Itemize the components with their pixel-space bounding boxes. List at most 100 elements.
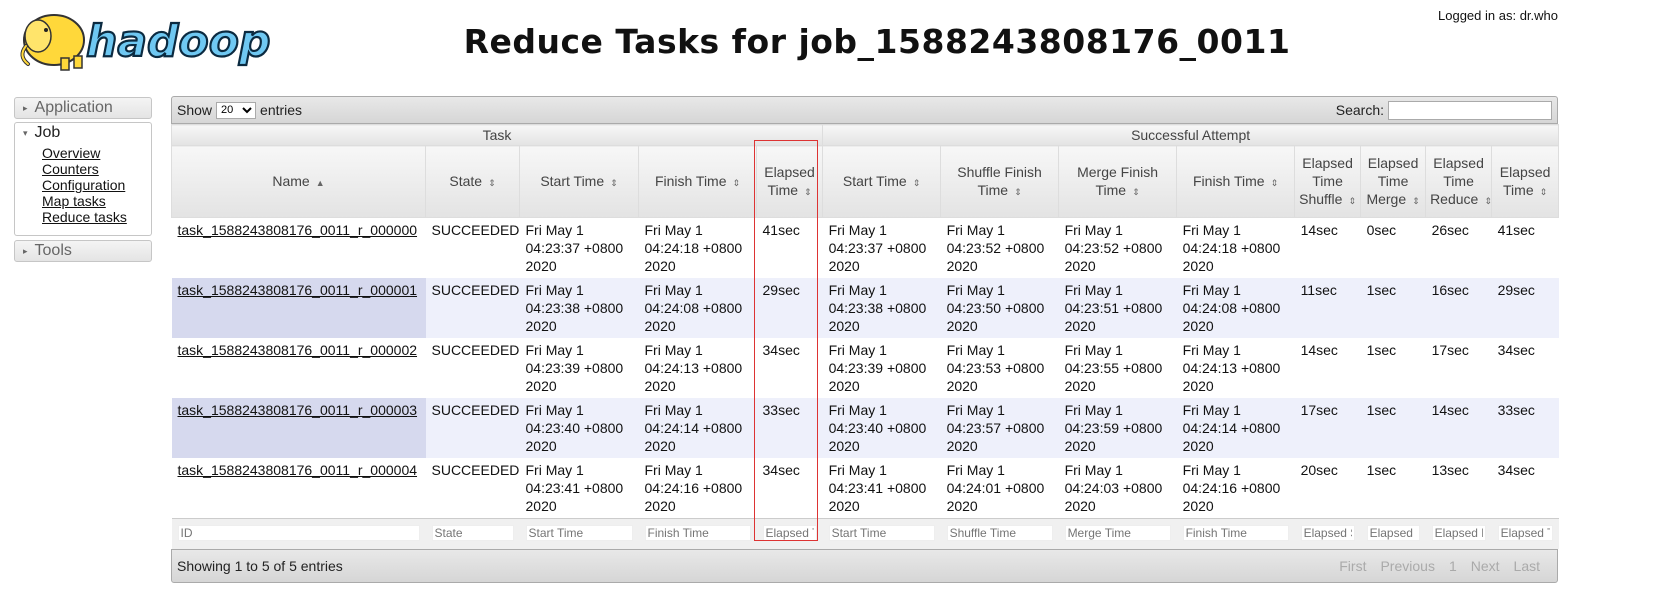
- column-header-0[interactable]: Name ▲: [171, 145, 426, 218]
- column-filter-input[interactable]: [644, 525, 751, 541]
- login-status: Logged in as: dr.who: [1438, 8, 1558, 23]
- showing-entries-info: Showing 1 to 5 of 5 entries: [177, 558, 343, 574]
- column-filter-input[interactable]: [946, 525, 1053, 541]
- nav-tools-label: Tools: [34, 242, 72, 259]
- last-page-button[interactable]: Last: [1514, 558, 1540, 574]
- table-cell: Fri May 1 04:23:57 +0800 2020: [940, 398, 1059, 458]
- filter-cell: [1425, 518, 1492, 549]
- column-filter-input[interactable]: [1300, 525, 1355, 541]
- nav-link-counters[interactable]: Counters: [42, 161, 151, 177]
- table-cell: 17sec: [1294, 398, 1361, 458]
- column-filter-input[interactable]: [762, 525, 817, 541]
- column-header-6[interactable]: Shuffle Finish Time ⇕: [940, 145, 1060, 218]
- table-cell: SUCCEEDED: [425, 398, 520, 458]
- table-cell: Fri May 1 04:24:16 +0800 2020: [638, 458, 757, 519]
- nav-tools[interactable]: ▸ Tools: [14, 240, 152, 262]
- table-cell: 34sec: [1491, 458, 1559, 519]
- task-link[interactable]: task_1588243808176_0011_r_000003: [178, 402, 418, 418]
- filter-cell: [756, 518, 823, 549]
- filter-cell: [940, 518, 1059, 549]
- column-header-9[interactable]: Elapsed Time Shuffle ⇕: [1294, 145, 1362, 218]
- table-cell: Fri May 1 04:24:16 +0800 2020: [1176, 458, 1295, 519]
- table-cell: Fri May 1 04:23:59 +0800 2020: [1058, 398, 1177, 458]
- collapsed-triangle-icon: ▸: [23, 102, 28, 113]
- table-toolbar: Show 20 entries Search:: [171, 96, 1558, 124]
- nav-job[interactable]: ▾ Job: [14, 122, 152, 143]
- table-row: task_1588243808176_0011_r_000001 SUCCEEDE…: [171, 278, 1559, 338]
- column-header-4[interactable]: Elapsed Time ⇕: [755, 145, 824, 218]
- group-header-successful-attempt: Successful Attempt: [822, 124, 1560, 146]
- search-input[interactable]: [1388, 100, 1552, 120]
- column-header-label: State: [449, 172, 483, 189]
- column-header-2[interactable]: Start Time ⇕: [519, 145, 639, 218]
- table-cell: 1sec: [1360, 338, 1426, 398]
- column-header-8[interactable]: Finish Time ⇕: [1176, 145, 1296, 218]
- nav-link-reduce-tasks[interactable]: Reduce tasks: [42, 209, 151, 225]
- column-filter-input[interactable]: [1497, 525, 1553, 541]
- column-filter-input[interactable]: [828, 525, 935, 541]
- table-cell: Fri May 1 04:24:08 +0800 2020: [638, 278, 757, 338]
- task-link[interactable]: task_1588243808176_0011_r_000004: [178, 462, 418, 478]
- first-page-button[interactable]: First: [1339, 558, 1366, 574]
- table-cell: task_1588243808176_0011_r_000003: [171, 398, 426, 458]
- column-filter-input[interactable]: [177, 525, 420, 541]
- table-cell: 16sec: [1425, 278, 1492, 338]
- table-cell: 20sec: [1294, 458, 1361, 519]
- task-link[interactable]: task_1588243808176_0011_r_000001: [178, 282, 418, 298]
- column-header-7[interactable]: Merge Finish Time ⇕: [1058, 145, 1178, 218]
- table-cell: Fri May 1 04:23:41 +0800 2020: [822, 458, 941, 519]
- column-header-11[interactable]: Elapsed Time Reduce ⇕: [1425, 145, 1493, 218]
- table-cell: 1sec: [1360, 398, 1426, 458]
- task-link[interactable]: task_1588243808176_0011_r_000000: [178, 222, 418, 238]
- sidebar-nav: ▸ Application ▾ Job Overview Counters Co…: [14, 97, 152, 265]
- column-filter-input[interactable]: [1431, 525, 1486, 541]
- column-filter-input[interactable]: [1064, 525, 1171, 541]
- tasks-table-wrapper: Show 20 entries Search: Task Successful …: [170, 96, 1560, 583]
- nav-link-map-tasks[interactable]: Map tasks: [42, 193, 151, 209]
- column-header-1[interactable]: State ⇕: [425, 145, 520, 218]
- table-cell: task_1588243808176_0011_r_000001: [171, 278, 426, 338]
- column-header-label: Elapsed Time Merge: [1366, 154, 1419, 207]
- sort-icon: ⇕: [1412, 195, 1420, 206]
- table-cell: Fri May 1 04:23:41 +0800 2020: [519, 458, 639, 519]
- expanded-triangle-icon: ▾: [23, 127, 28, 138]
- reduce-tasks-table: Task Successful Attempt Name ▲ State ⇕ Start…: [170, 124, 1560, 549]
- filter-cell: [171, 518, 426, 549]
- page-1-button[interactable]: 1: [1449, 558, 1457, 574]
- table-cell: Fri May 1 04:23:39 +0800 2020: [519, 338, 639, 398]
- column-filter-input[interactable]: [525, 525, 633, 541]
- nav-link-configuration[interactable]: Configuration: [42, 177, 151, 193]
- task-link[interactable]: task_1588243808176_0011_r_000002: [178, 342, 418, 358]
- column-filter-input[interactable]: [431, 525, 514, 541]
- column-filter-input[interactable]: [1182, 525, 1289, 541]
- table-cell: 14sec: [1294, 217, 1361, 278]
- table-cell: 33sec: [1491, 398, 1559, 458]
- filter-cell: [1058, 518, 1177, 549]
- table-cell: Fri May 1 04:24:14 +0800 2020: [1176, 398, 1295, 458]
- nav-application[interactable]: ▸ Application: [14, 97, 152, 119]
- entries-label: entries: [260, 102, 303, 118]
- nav-application-label: Application: [34, 99, 113, 116]
- column-header-3[interactable]: Finish Time ⇕: [638, 145, 757, 218]
- table-row: task_1588243808176_0011_r_000002 SUCCEEDE…: [171, 338, 1559, 398]
- table-cell: Fri May 1 04:23:50 +0800 2020: [940, 278, 1059, 338]
- nav-link-overview[interactable]: Overview: [42, 145, 151, 161]
- sort-icon: ⇕: [1484, 195, 1492, 206]
- table-cell: Fri May 1 04:24:13 +0800 2020: [638, 338, 757, 398]
- sort-icon: ⇕: [610, 177, 618, 188]
- column-header-5[interactable]: Start Time ⇕: [822, 145, 942, 218]
- column-header-10[interactable]: Elapsed Time Merge ⇕: [1360, 145, 1427, 218]
- previous-page-button[interactable]: Previous: [1380, 558, 1434, 574]
- table-cell: 41sec: [756, 217, 823, 278]
- column-filter-input[interactable]: [1366, 525, 1420, 541]
- column-header-12[interactable]: Elapsed Time ⇕: [1491, 145, 1560, 218]
- entries-select[interactable]: 20: [216, 101, 257, 119]
- table-cell: Fri May 1 04:23:40 +0800 2020: [519, 398, 639, 458]
- table-cell: task_1588243808176_0011_r_000004: [171, 458, 426, 519]
- table-cell: Fri May 1 04:24:01 +0800 2020: [940, 458, 1059, 519]
- table-cell: 41sec: [1491, 217, 1559, 278]
- filter-cell: [519, 518, 639, 549]
- next-page-button[interactable]: Next: [1471, 558, 1500, 574]
- table-cell: Fri May 1 04:23:39 +0800 2020: [822, 338, 941, 398]
- table-cell: 14sec: [1425, 398, 1492, 458]
